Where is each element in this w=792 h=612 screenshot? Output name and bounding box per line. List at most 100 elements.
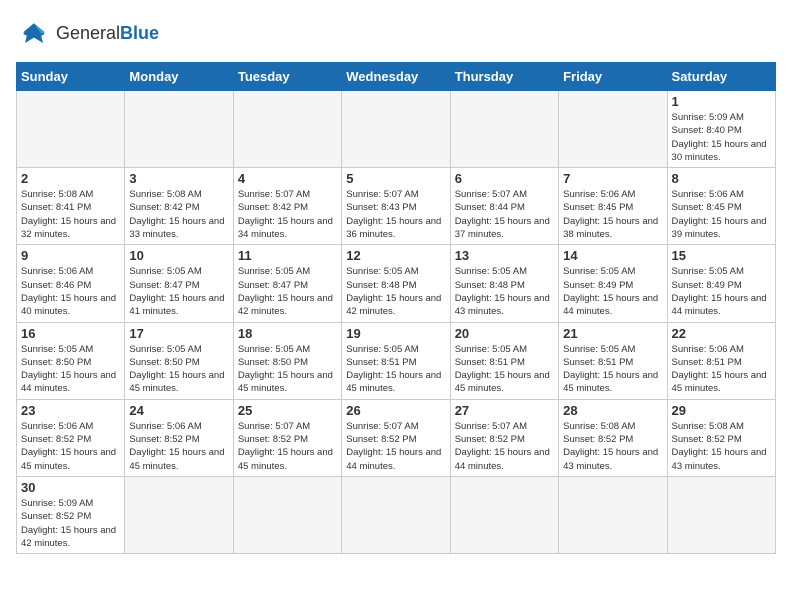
day-number: 29: [672, 403, 771, 418]
calendar-cell: 8Sunrise: 5:06 AM Sunset: 8:45 PM Daylig…: [667, 168, 775, 245]
day-info: Sunrise: 5:07 AM Sunset: 8:52 PM Dayligh…: [238, 420, 337, 473]
day-info: Sunrise: 5:06 AM Sunset: 8:52 PM Dayligh…: [129, 420, 228, 473]
day-number: 14: [563, 248, 662, 263]
page: GeneralBlue SundayMondayTuesdayWednesday…: [0, 0, 792, 564]
calendar-cell: 13Sunrise: 5:05 AM Sunset: 8:48 PM Dayli…: [450, 245, 558, 322]
calendar-week-3: 9Sunrise: 5:06 AM Sunset: 8:46 PM Daylig…: [17, 245, 776, 322]
calendar-cell: 1Sunrise: 5:09 AM Sunset: 8:40 PM Daylig…: [667, 91, 775, 168]
calendar-cell: 29Sunrise: 5:08 AM Sunset: 8:52 PM Dayli…: [667, 399, 775, 476]
calendar-cell: 26 Sunrise: 5:07 AM Sunset: 8:52 PM Dayli…: [342, 399, 450, 476]
logo-blue-text: Blue: [120, 23, 159, 43]
calendar-cell: 2Sunrise: 5:08 AM Sunset: 8:41 PM Daylig…: [17, 168, 125, 245]
day-number: 15: [672, 248, 771, 263]
day-number: 13: [455, 248, 554, 263]
day-info: Sunrise: 5:06 AM Sunset: 8:52 PM Dayligh…: [21, 420, 120, 473]
calendar-cell: [233, 476, 341, 553]
calendar-cell: 30Sunrise: 5:09 AM Sunset: 8:52 PM Dayli…: [17, 476, 125, 553]
day-number: 28: [563, 403, 662, 418]
day-number: 18: [238, 326, 337, 341]
calendar-cell: [125, 91, 233, 168]
day-number: 21: [563, 326, 662, 341]
calendar-week-6: 30Sunrise: 5:09 AM Sunset: 8:52 PM Dayli…: [17, 476, 776, 553]
calendar-cell: 25 Sunrise: 5:07 AM Sunset: 8:52 PM Dayli…: [233, 399, 341, 476]
calendar-cell: 28 Sunrise: 5:08 AM Sunset: 8:52 PM Dayli…: [559, 399, 667, 476]
calendar-cell: 12 Sunrise: 5:05 AM Sunset: 8:48 PM Dayli…: [342, 245, 450, 322]
calendar-cell: [559, 476, 667, 553]
calendar-cell: 15 Sunrise: 5:05 AM Sunset: 8:49 PM Dayli…: [667, 245, 775, 322]
calendar-week-2: 2Sunrise: 5:08 AM Sunset: 8:41 PM Daylig…: [17, 168, 776, 245]
day-number: 11: [238, 248, 337, 263]
calendar-cell: 18 Sunrise: 5:05 AM Sunset: 8:50 PM Dayli…: [233, 322, 341, 399]
day-info: Sunrise: 5:06 AM Sunset: 8:51 PM Dayligh…: [672, 343, 771, 396]
calendar-cell: 20 Sunrise: 5:05 AM Sunset: 8:51 PM Dayli…: [450, 322, 558, 399]
weekday-header-saturday: Saturday: [667, 63, 775, 91]
calendar-cell: [667, 476, 775, 553]
calendar-week-5: 23 Sunrise: 5:06 AM Sunset: 8:52 PM Dayli…: [17, 399, 776, 476]
weekday-header-tuesday: Tuesday: [233, 63, 341, 91]
weekday-header-friday: Friday: [559, 63, 667, 91]
day-number: 24: [129, 403, 228, 418]
day-number: 16: [21, 326, 120, 341]
day-info: Sunrise: 5:07 AM Sunset: 8:44 PM Dayligh…: [455, 188, 554, 241]
day-number: 4: [238, 171, 337, 186]
calendar-cell: 22 Sunrise: 5:06 AM Sunset: 8:51 PM Dayli…: [667, 322, 775, 399]
day-number: 6: [455, 171, 554, 186]
day-number: 19: [346, 326, 445, 341]
calendar-cell: [125, 476, 233, 553]
day-info: Sunrise: 5:07 AM Sunset: 8:52 PM Dayligh…: [455, 420, 554, 473]
calendar-cell: 27 Sunrise: 5:07 AM Sunset: 8:52 PM Dayli…: [450, 399, 558, 476]
day-number: 26: [346, 403, 445, 418]
calendar-cell: 7 Sunrise: 5:06 AM Sunset: 8:45 PM Daylig…: [559, 168, 667, 245]
calendar-week-4: 16 Sunrise: 5:05 AM Sunset: 8:50 PM Dayli…: [17, 322, 776, 399]
day-info: Sunrise: 5:07 AM Sunset: 8:43 PM Dayligh…: [346, 188, 445, 241]
day-info: Sunrise: 5:08 AM Sunset: 8:52 PM Dayligh…: [563, 420, 662, 473]
day-info: Sunrise: 5:05 AM Sunset: 8:51 PM Dayligh…: [563, 343, 662, 396]
calendar-cell: [17, 91, 125, 168]
day-info: Sunrise: 5:05 AM Sunset: 8:50 PM Dayligh…: [129, 343, 228, 396]
calendar-cell: 10 Sunrise: 5:05 AM Sunset: 8:47 PM Dayli…: [125, 245, 233, 322]
day-info: Sunrise: 5:05 AM Sunset: 8:49 PM Dayligh…: [672, 265, 771, 318]
logo-bird-icon: [16, 16, 52, 52]
calendar-cell: 6 Sunrise: 5:07 AM Sunset: 8:44 PM Daylig…: [450, 168, 558, 245]
weekday-header-wednesday: Wednesday: [342, 63, 450, 91]
day-number: 20: [455, 326, 554, 341]
calendar: SundayMondayTuesdayWednesdayThursdayFrid…: [16, 62, 776, 554]
calendar-cell: 14Sunrise: 5:05 AM Sunset: 8:49 PM Dayli…: [559, 245, 667, 322]
day-number: 7: [563, 171, 662, 186]
day-info: Sunrise: 5:09 AM Sunset: 8:40 PM Dayligh…: [672, 111, 771, 164]
day-info: Sunrise: 5:05 AM Sunset: 8:51 PM Dayligh…: [346, 343, 445, 396]
calendar-cell: [450, 91, 558, 168]
calendar-cell: 3Sunrise: 5:08 AM Sunset: 8:42 PM Daylig…: [125, 168, 233, 245]
day-number: 27: [455, 403, 554, 418]
calendar-cell: [342, 91, 450, 168]
day-info: Sunrise: 5:05 AM Sunset: 8:47 PM Dayligh…: [129, 265, 228, 318]
logo-text: GeneralBlue: [56, 24, 159, 44]
day-info: Sunrise: 5:06 AM Sunset: 8:45 PM Dayligh…: [563, 188, 662, 241]
logo: GeneralBlue: [16, 16, 159, 52]
day-number: 23: [21, 403, 120, 418]
day-number: 22: [672, 326, 771, 341]
calendar-cell: 4 Sunrise: 5:07 AM Sunset: 8:42 PM Daylig…: [233, 168, 341, 245]
day-number: 3: [129, 171, 228, 186]
day-info: Sunrise: 5:05 AM Sunset: 8:50 PM Dayligh…: [238, 343, 337, 396]
day-number: 2: [21, 171, 120, 186]
day-info: Sunrise: 5:07 AM Sunset: 8:52 PM Dayligh…: [346, 420, 445, 473]
day-number: 12: [346, 248, 445, 263]
calendar-cell: 16Sunrise: 5:05 AM Sunset: 8:50 PM Dayli…: [17, 322, 125, 399]
day-number: 9: [21, 248, 120, 263]
day-number: 5: [346, 171, 445, 186]
calendar-cell: 11Sunrise: 5:05 AM Sunset: 8:47 PM Dayli…: [233, 245, 341, 322]
calendar-cell: 9Sunrise: 5:06 AM Sunset: 8:46 PM Daylig…: [17, 245, 125, 322]
logo-general-text: General: [56, 23, 120, 43]
calendar-cell: 19 Sunrise: 5:05 AM Sunset: 8:51 PM Dayli…: [342, 322, 450, 399]
day-info: Sunrise: 5:05 AM Sunset: 8:48 PM Dayligh…: [346, 265, 445, 318]
header: GeneralBlue: [16, 16, 776, 52]
day-info: Sunrise: 5:05 AM Sunset: 8:51 PM Dayligh…: [455, 343, 554, 396]
weekday-header-thursday: Thursday: [450, 63, 558, 91]
weekday-header-sunday: Sunday: [17, 63, 125, 91]
calendar-week-1: 1Sunrise: 5:09 AM Sunset: 8:40 PM Daylig…: [17, 91, 776, 168]
day-number: 25: [238, 403, 337, 418]
day-number: 30: [21, 480, 120, 495]
day-number: 10: [129, 248, 228, 263]
day-info: Sunrise: 5:07 AM Sunset: 8:42 PM Dayligh…: [238, 188, 337, 241]
